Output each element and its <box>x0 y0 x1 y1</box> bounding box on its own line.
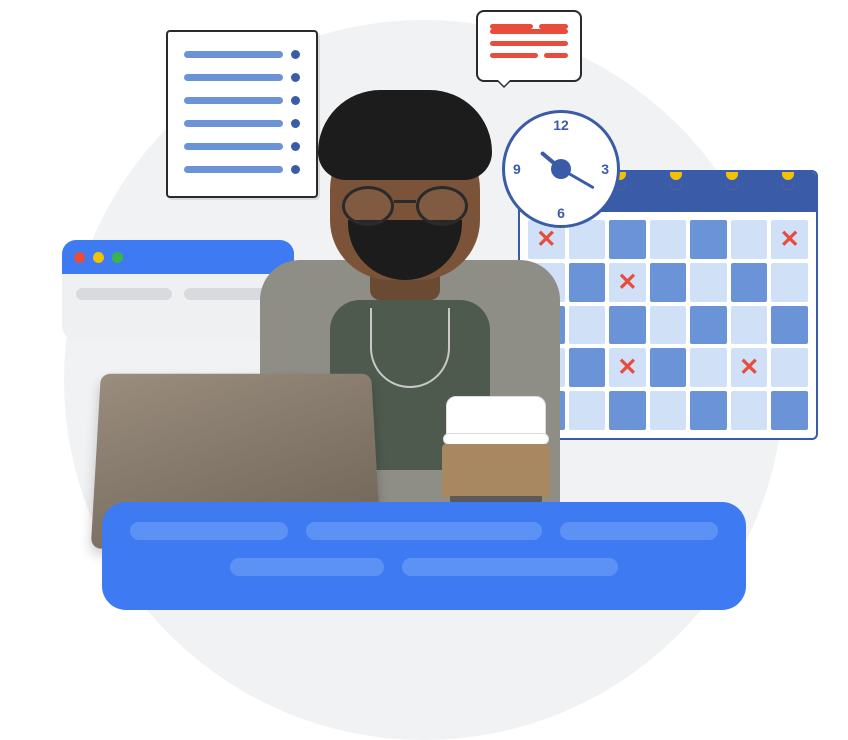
x-mark-icon: ✕ <box>609 263 646 302</box>
doc-line <box>184 73 300 82</box>
speech-line <box>490 41 568 46</box>
calendar-cell <box>690 391 727 430</box>
calendar-cell <box>650 220 687 259</box>
speech-line <box>490 24 568 29</box>
calendar-cell <box>609 220 646 259</box>
calendar-ring <box>726 170 738 190</box>
calendar-cell: ✕ <box>731 348 768 387</box>
calendar-cell <box>609 391 646 430</box>
calendar-cell <box>690 348 727 387</box>
calendar-cell <box>650 306 687 345</box>
x-mark-icon: ✕ <box>609 348 646 387</box>
calendar-cell <box>690 263 727 302</box>
calendar-cell: ✕ <box>609 348 646 387</box>
calendar-cell: ✕ <box>771 220 808 259</box>
person-necklace <box>370 308 450 388</box>
person-hair <box>318 90 492 180</box>
glasses-icon <box>342 186 468 226</box>
doc-line <box>184 50 300 59</box>
calendar-cell <box>650 263 687 302</box>
calendar-cell <box>771 263 808 302</box>
cup-sleeve <box>442 444 550 498</box>
calendar-cell <box>690 220 727 259</box>
calendar-cell <box>731 263 768 302</box>
calendar-cell <box>650 391 687 430</box>
calendar-cell <box>731 220 768 259</box>
speech-line <box>490 29 568 34</box>
illustration-stage: ✕✕✕✕✕ 12 3 6 9 <box>0 0 848 632</box>
calendar-cell <box>731 306 768 345</box>
calendar-cell <box>650 348 687 387</box>
speech-line <box>490 53 568 58</box>
traffic-light-green <box>112 252 123 263</box>
calendar-cell <box>609 306 646 345</box>
calendar-cell <box>771 348 808 387</box>
banner-row <box>130 558 718 576</box>
traffic-light-red <box>74 252 85 263</box>
cup-lid <box>446 396 546 440</box>
text-banner-icon <box>102 502 746 610</box>
calendar-cell <box>771 391 808 430</box>
x-mark-icon: ✕ <box>771 220 808 259</box>
calendar-cell <box>690 306 727 345</box>
speech-bubble-icon <box>476 10 582 82</box>
clock-numeral-3: 3 <box>601 161 609 177</box>
x-mark-icon: ✕ <box>731 348 768 387</box>
banner-row <box>130 522 718 540</box>
traffic-light-yellow <box>93 252 104 263</box>
calendar-ring <box>670 170 682 190</box>
calendar-cell <box>731 391 768 430</box>
calendar-cell <box>771 306 808 345</box>
calendar-cell: ✕ <box>609 263 646 302</box>
calendar-ring <box>782 170 794 190</box>
